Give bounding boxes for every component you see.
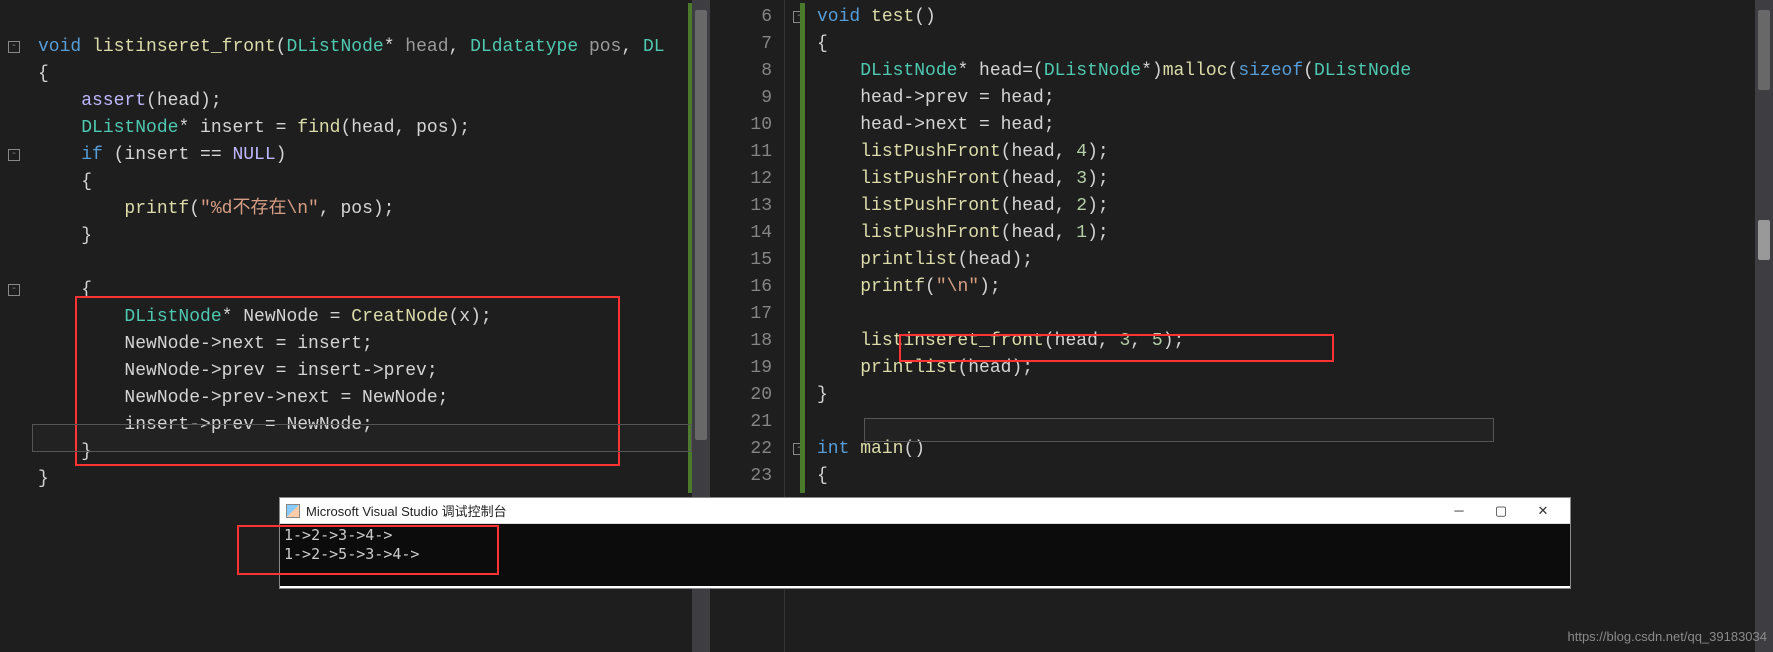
console-titlebar[interactable]: Microsoft Visual Studio 调试控制台 ─ ▢ ✕ xyxy=(280,498,1570,524)
code-line[interactable]: DListNode* insert = find(head, pos); xyxy=(28,115,710,142)
line-number: 16 xyxy=(710,274,772,301)
code-line[interactable] xyxy=(28,250,710,277)
code-line[interactable]: head->prev = head; xyxy=(807,85,1773,112)
code-line[interactable] xyxy=(807,409,1773,436)
code-line[interactable]: assert(head); xyxy=(28,88,710,115)
code-line[interactable]: listPushFront(head, 2); xyxy=(807,193,1773,220)
code-line[interactable]: { xyxy=(28,277,710,304)
code-line[interactable]: if (insert == NULL) xyxy=(28,142,710,169)
code-line[interactable]: } xyxy=(28,223,710,250)
console-line: 1->2->3->4-> xyxy=(284,526,1566,545)
fold-toggle[interactable]: - xyxy=(8,149,20,161)
code-line[interactable]: void listinseret_front(DListNode* head, … xyxy=(28,34,710,61)
line-number: 11 xyxy=(710,139,772,166)
code-line[interactable]: printf("\n"); xyxy=(807,274,1773,301)
console-output[interactable]: 1->2->3->4->1->2->5->3->4-> xyxy=(280,524,1570,586)
code-line[interactable]: listPushFront(head, 4); xyxy=(807,139,1773,166)
line-number: 6 xyxy=(710,4,772,31)
line-number: 9 xyxy=(710,85,772,112)
minimize-button[interactable]: ─ xyxy=(1438,500,1480,522)
code-line[interactable]: { xyxy=(28,61,710,88)
code-line[interactable]: printf("%d不存在\n", pos); xyxy=(28,196,710,223)
code-line[interactable] xyxy=(807,301,1773,328)
change-indicator xyxy=(688,3,692,493)
code-line[interactable]: { xyxy=(28,169,710,196)
maximize-button[interactable]: ▢ xyxy=(1480,500,1522,522)
console-title: Microsoft Visual Studio 调试控制台 xyxy=(306,501,1438,520)
code-line[interactable]: { xyxy=(807,31,1773,58)
code-line[interactable]: listPushFront(head, 1); xyxy=(807,220,1773,247)
line-number: 10 xyxy=(710,112,772,139)
line-number: 20 xyxy=(710,382,772,409)
close-button[interactable]: ✕ xyxy=(1522,500,1564,522)
code-line[interactable]: listinseret_front(head, 3, 5); xyxy=(807,328,1773,355)
line-number: 13 xyxy=(710,193,772,220)
fold-toggle[interactable]: - xyxy=(8,284,20,296)
line-number: 21 xyxy=(710,409,772,436)
line-number: 22 xyxy=(710,436,772,463)
code-line[interactable]: insert->prev = NewNode; xyxy=(28,412,710,439)
code-line[interactable]: } xyxy=(28,466,710,493)
line-number: 14 xyxy=(710,220,772,247)
line-number: 18 xyxy=(710,328,772,355)
line-number: 19 xyxy=(710,355,772,382)
line-number: 17 xyxy=(710,301,772,328)
code-line[interactable]: int main() xyxy=(807,436,1773,463)
code-line[interactable]: } xyxy=(28,439,710,466)
line-number: 23 xyxy=(710,463,772,490)
code-line[interactable]: NewNode->prev = insert->prev; xyxy=(28,358,710,385)
code-line[interactable]: printlist(head); xyxy=(807,247,1773,274)
watermark: https://blog.csdn.net/qq_39183034 xyxy=(1568,629,1768,644)
left-fold-gutter[interactable]: - - - xyxy=(0,0,28,652)
code-line[interactable]: NewNode->next = insert; xyxy=(28,331,710,358)
code-line[interactable]: DListNode* head=(DListNode*)malloc(sizeo… xyxy=(807,58,1773,85)
console-line: 1->2->5->3->4-> xyxy=(284,545,1566,564)
line-number: 15 xyxy=(710,247,772,274)
fold-toggle[interactable]: - xyxy=(8,41,20,53)
debug-console-window[interactable]: Microsoft Visual Studio 调试控制台 ─ ▢ ✕ 1->2… xyxy=(280,498,1570,588)
code-line[interactable]: void test() xyxy=(807,4,1773,31)
code-line[interactable]: } xyxy=(807,382,1773,409)
code-line[interactable]: head->next = head; xyxy=(807,112,1773,139)
right-scrollbar[interactable] xyxy=(1755,0,1773,652)
change-indicator xyxy=(800,3,805,493)
code-line[interactable]: { xyxy=(807,463,1773,490)
code-line[interactable]: NewNode->prev->next = NewNode; xyxy=(28,385,710,412)
line-number: 8 xyxy=(710,58,772,85)
code-line[interactable]: printlist(head); xyxy=(807,355,1773,382)
console-icon xyxy=(286,504,300,518)
line-number: 12 xyxy=(710,166,772,193)
line-number: 7 xyxy=(710,31,772,58)
code-line[interactable]: DListNode* NewNode = CreatNode(x); xyxy=(28,304,710,331)
code-line[interactable]: listPushFront(head, 3); xyxy=(807,166,1773,193)
